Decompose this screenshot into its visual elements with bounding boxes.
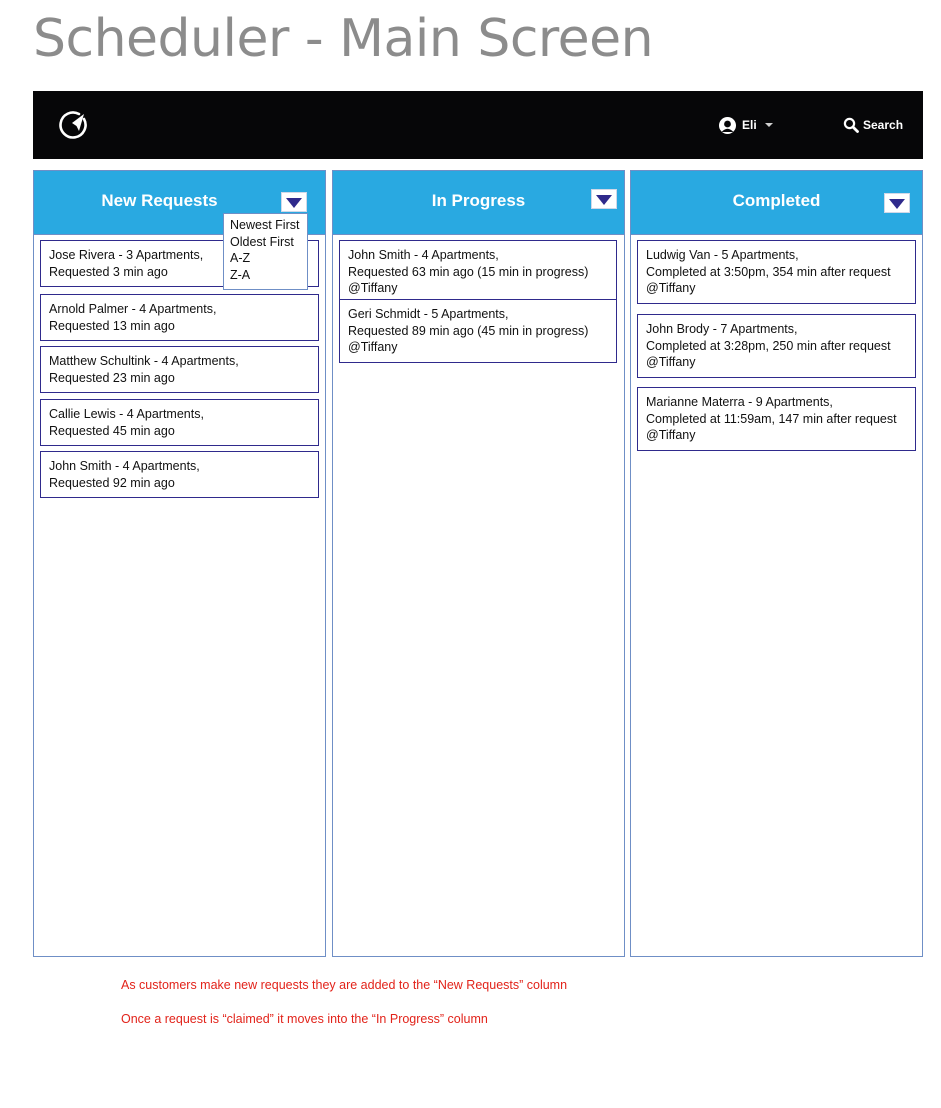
top-nav-bar: Eli Search (33, 91, 923, 159)
card-line-1: Callie Lewis - 4 Apartments, (49, 407, 204, 421)
column-in-progress: In Progress John Smith - 4 Apartments, R… (332, 170, 625, 957)
search-button[interactable]: Search (843, 116, 903, 134)
logo-icon[interactable] (57, 109, 89, 141)
card-line-3: @Tiffany (646, 281, 696, 296)
card-line-2: Requested 92 min ago (49, 475, 175, 490)
user-name: Eli (742, 118, 757, 132)
user-menu[interactable]: Eli (719, 116, 773, 134)
annotation-note: Once a request is “claimed” it moves int… (121, 1012, 488, 1026)
request-card[interactable]: John Smith - 4 Apartments, Requested 92 … (40, 451, 319, 499)
sort-option-newest-first[interactable]: Newest First (230, 217, 301, 234)
sort-option-a-z[interactable]: A-Z (230, 250, 301, 267)
column-header: In Progress (333, 171, 624, 235)
card-line-2: Requested 23 min ago (49, 370, 175, 385)
request-card[interactable]: Arnold Palmer - 4 Apartments, Requested … (40, 294, 319, 342)
card-line-3: @Tiffany (646, 355, 696, 370)
sort-dropdown-button[interactable] (591, 189, 617, 209)
card-line-1: Geri Schmidt - 5 Apartments, (348, 307, 509, 321)
card-line-2: Completed at 3:28pm, 250 min after reque… (646, 338, 891, 353)
sort-menu: Newest First Oldest First A-Z Z-A (223, 213, 308, 290)
card-line-2: Requested 45 min ago (49, 423, 175, 438)
sort-dropdown-button[interactable] (281, 192, 307, 212)
card-line-1: Marianne Materra - 9 Apartments, (646, 395, 833, 409)
card-line-3: @Tiffany (646, 428, 696, 443)
column-completed: Completed Ludwig Van - 5 Apartments, Com… (630, 170, 923, 957)
card-line-1: Arnold Palmer - 4 Apartments, (49, 302, 217, 316)
user-avatar-icon (719, 116, 736, 134)
request-card[interactable]: John Brody - 7 Apartments, Completed at … (637, 314, 916, 378)
search-label: Search (863, 118, 904, 132)
card-line-1: Ludwig Van - 5 Apartments, (646, 248, 799, 262)
column-title: New Requests (101, 191, 218, 210)
column-title: Completed (732, 191, 821, 210)
sort-dropdown-button[interactable] (884, 193, 910, 213)
card-line-2: Requested 89 min ago (45 min in progress… (348, 323, 589, 338)
triangle-down-icon (596, 195, 612, 205)
card-line-1: John Smith - 4 Apartments, (348, 248, 499, 262)
card-line-1: John Brody - 7 Apartments, (646, 322, 798, 336)
card-line-3: @Tiffany (348, 281, 398, 296)
card-line-1: Matthew Schultink - 4 Apartments, (49, 354, 239, 368)
card-line-3: @Tiffany (348, 340, 398, 355)
request-card[interactable]: John Smith - 4 Apartments, Requested 63 … (339, 240, 617, 304)
request-card[interactable]: Ludwig Van - 5 Apartments, Completed at … (637, 240, 916, 304)
request-card[interactable]: Geri Schmidt - 5 Apartments, Requested 8… (339, 299, 617, 363)
card-line-2: Completed at 11:59am, 147 min after requ… (646, 411, 897, 426)
card-line-2: Requested 13 min ago (49, 318, 175, 333)
search-icon (843, 117, 859, 133)
triangle-down-icon (889, 199, 905, 209)
page-title: Scheduler - Main Screen (33, 9, 654, 69)
request-card[interactable]: Marianne Materra - 9 Apartments, Complet… (637, 387, 916, 451)
card-line-2: Completed at 3:50pm, 354 min after reque… (646, 264, 891, 279)
sort-option-oldest-first[interactable]: Oldest First (230, 234, 301, 251)
triangle-down-icon (286, 198, 302, 208)
request-card[interactable]: Matthew Schultink - 4 Apartments, Reques… (40, 346, 319, 394)
card-line-1: John Smith - 4 Apartments, (49, 459, 200, 473)
column-header: Completed (631, 171, 922, 235)
request-card[interactable]: Callie Lewis - 4 Apartments, Requested 4… (40, 399, 319, 447)
sort-option-z-a[interactable]: Z-A (230, 267, 301, 284)
annotation-note: As customers make new requests they are … (121, 978, 568, 992)
card-line-2: Requested 63 min ago (15 min in progress… (348, 264, 589, 279)
column-title: In Progress (431, 191, 526, 210)
chevron-down-icon (764, 123, 773, 127)
